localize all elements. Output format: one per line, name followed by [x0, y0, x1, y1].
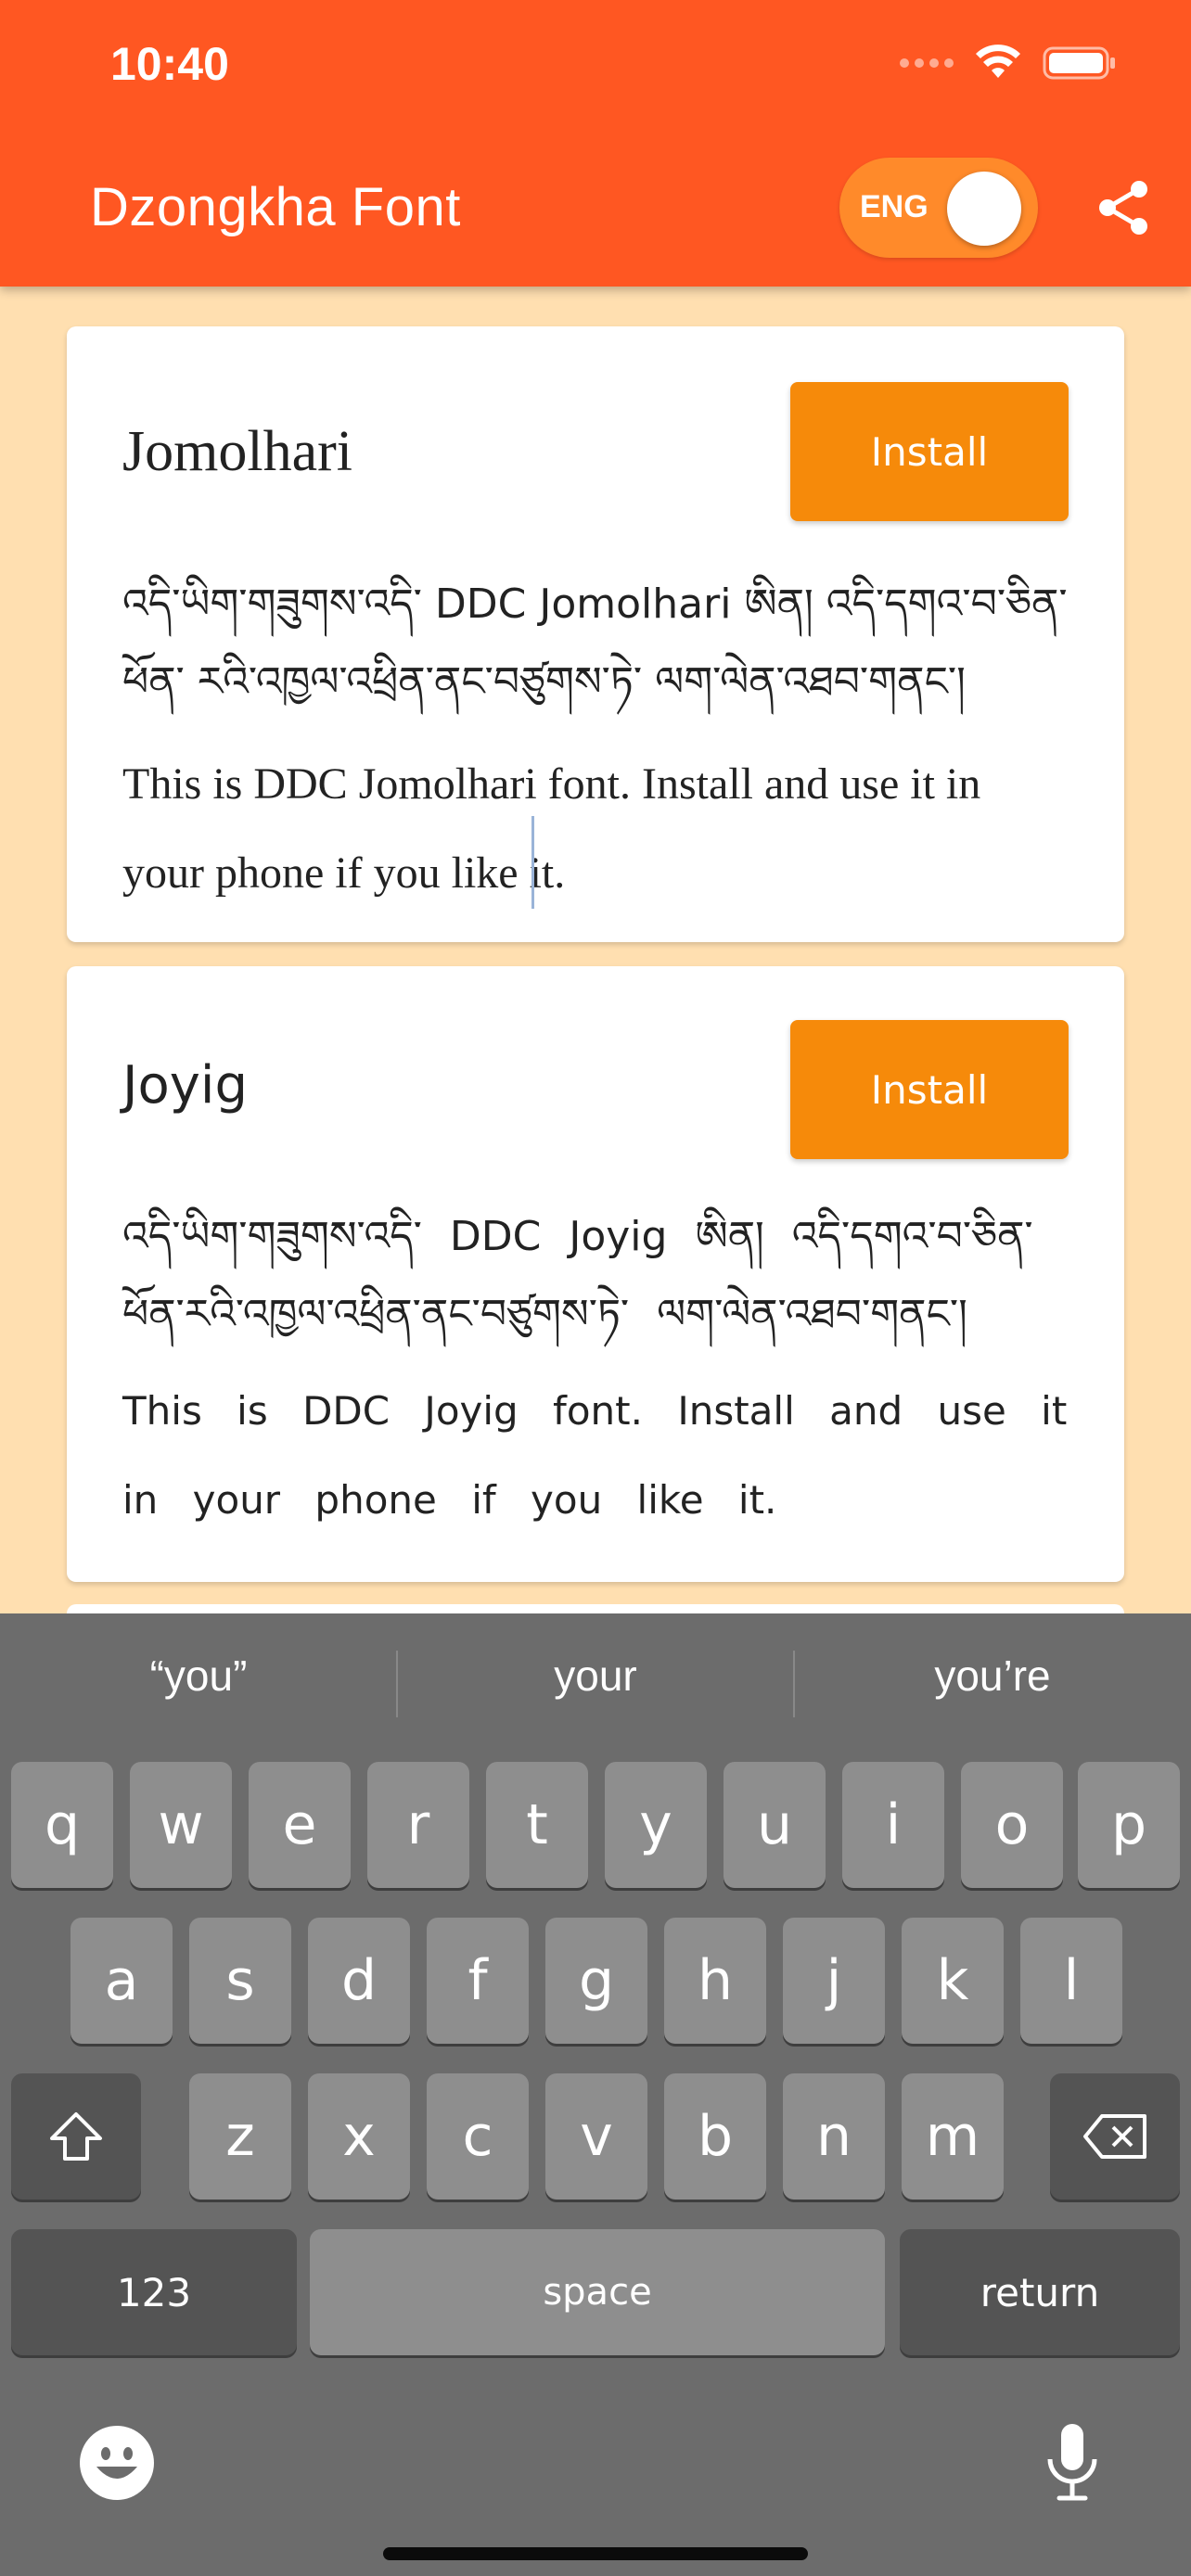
install-button[interactable]: Install: [790, 382, 1069, 521]
wifi-icon: [976, 45, 1020, 78]
suggestion-bar: “you” your you’re: [0, 1613, 1191, 1753]
return-key[interactable]: return: [900, 2229, 1180, 2355]
font-card-jomolhari: Jomolhari Install འདི་ཡིག་གཟུགས་འདི་ DDC…: [67, 326, 1124, 942]
english-description: This is DDC Joyig font. Install and use …: [122, 1388, 1068, 1523]
key-l[interactable]: l: [1020, 1918, 1122, 2044]
language-toggle-label: ENG: [860, 189, 928, 224]
language-toggle[interactable]: ENG: [839, 158, 1038, 258]
suggestion-item[interactable]: you’re: [794, 1651, 1191, 1701]
key-r[interactable]: r: [367, 1762, 469, 1888]
key-v[interactable]: v: [545, 2073, 647, 2200]
key-f[interactable]: f: [427, 1918, 529, 2044]
key-t[interactable]: t: [486, 1762, 588, 1888]
suggestion-item[interactable]: “you”: [0, 1651, 397, 1701]
shift-icon: [50, 2112, 102, 2161]
english-description: This is DDC Jomolhari font. Install and …: [122, 759, 981, 898]
key-o[interactable]: o: [961, 1762, 1063, 1888]
key-j[interactable]: j: [783, 1918, 885, 2044]
home-indicator: [383, 2547, 808, 2560]
key-e[interactable]: e: [249, 1762, 351, 1888]
font-title: Joyig: [122, 1055, 249, 1116]
key-s[interactable]: s: [189, 1918, 291, 2044]
backspace-key[interactable]: [1050, 2073, 1180, 2200]
backspace-icon: [1083, 2114, 1146, 2159]
key-k[interactable]: k: [902, 1918, 1004, 2044]
dzongkha-description: འདི་ཡིག་གཟུགས་འདི་ DDC Jomolhari ཨིན། འད…: [122, 580, 1068, 706]
install-button[interactable]: Install: [790, 1020, 1069, 1159]
key-u[interactable]: u: [724, 1762, 826, 1888]
dzongkha-description: འདི་ཡིག་གཟུགས་འདི་ DDC Joyig ཨིན། འདི་དག…: [122, 1213, 1033, 1338]
key-h[interactable]: h: [664, 1918, 766, 2044]
shift-key[interactable]: [11, 2073, 141, 2200]
text-cursor: [531, 816, 534, 909]
space-key[interactable]: space: [310, 2229, 885, 2355]
app-bar: 10:40 Dzongkha Font ENG: [0, 0, 1191, 287]
status-icons: [900, 45, 1117, 82]
key-i[interactable]: i: [842, 1762, 944, 1888]
battery-icon: [1043, 46, 1115, 80]
font-card-joyig: Joyig Install འདི་ཡིག་གཟུགས་འདི་ DDC Joy…: [67, 966, 1124, 1582]
key-y[interactable]: y: [605, 1762, 707, 1888]
key-d[interactable]: d: [308, 1918, 410, 2044]
key-a[interactable]: a: [70, 1918, 173, 2044]
key-q[interactable]: q: [11, 1762, 113, 1888]
signal-icon: [900, 58, 954, 68]
share-icon[interactable]: [1095, 178, 1154, 237]
status-time: 10:40: [110, 38, 229, 90]
app-title: Dzongkha Font: [90, 177, 461, 237]
key-g[interactable]: g: [545, 1918, 647, 2044]
key-b[interactable]: b: [664, 2073, 766, 2200]
key-c[interactable]: c: [427, 2073, 529, 2200]
key-w[interactable]: w: [130, 1762, 232, 1888]
key-p[interactable]: p: [1078, 1762, 1180, 1888]
microphone-icon[interactable]: [1043, 2422, 1102, 2504]
font-title: Jomolhari: [122, 420, 352, 483]
emoji-icon[interactable]: [78, 2424, 156, 2502]
key-n[interactable]: n: [783, 2073, 885, 2200]
suggestion-item[interactable]: your: [397, 1651, 794, 1701]
key-x[interactable]: x: [308, 2073, 410, 2200]
toggle-knob: [947, 172, 1021, 246]
key-z[interactable]: z: [189, 2073, 291, 2200]
numbers-key[interactable]: 123: [11, 2229, 297, 2355]
key-m[interactable]: m: [902, 2073, 1004, 2200]
